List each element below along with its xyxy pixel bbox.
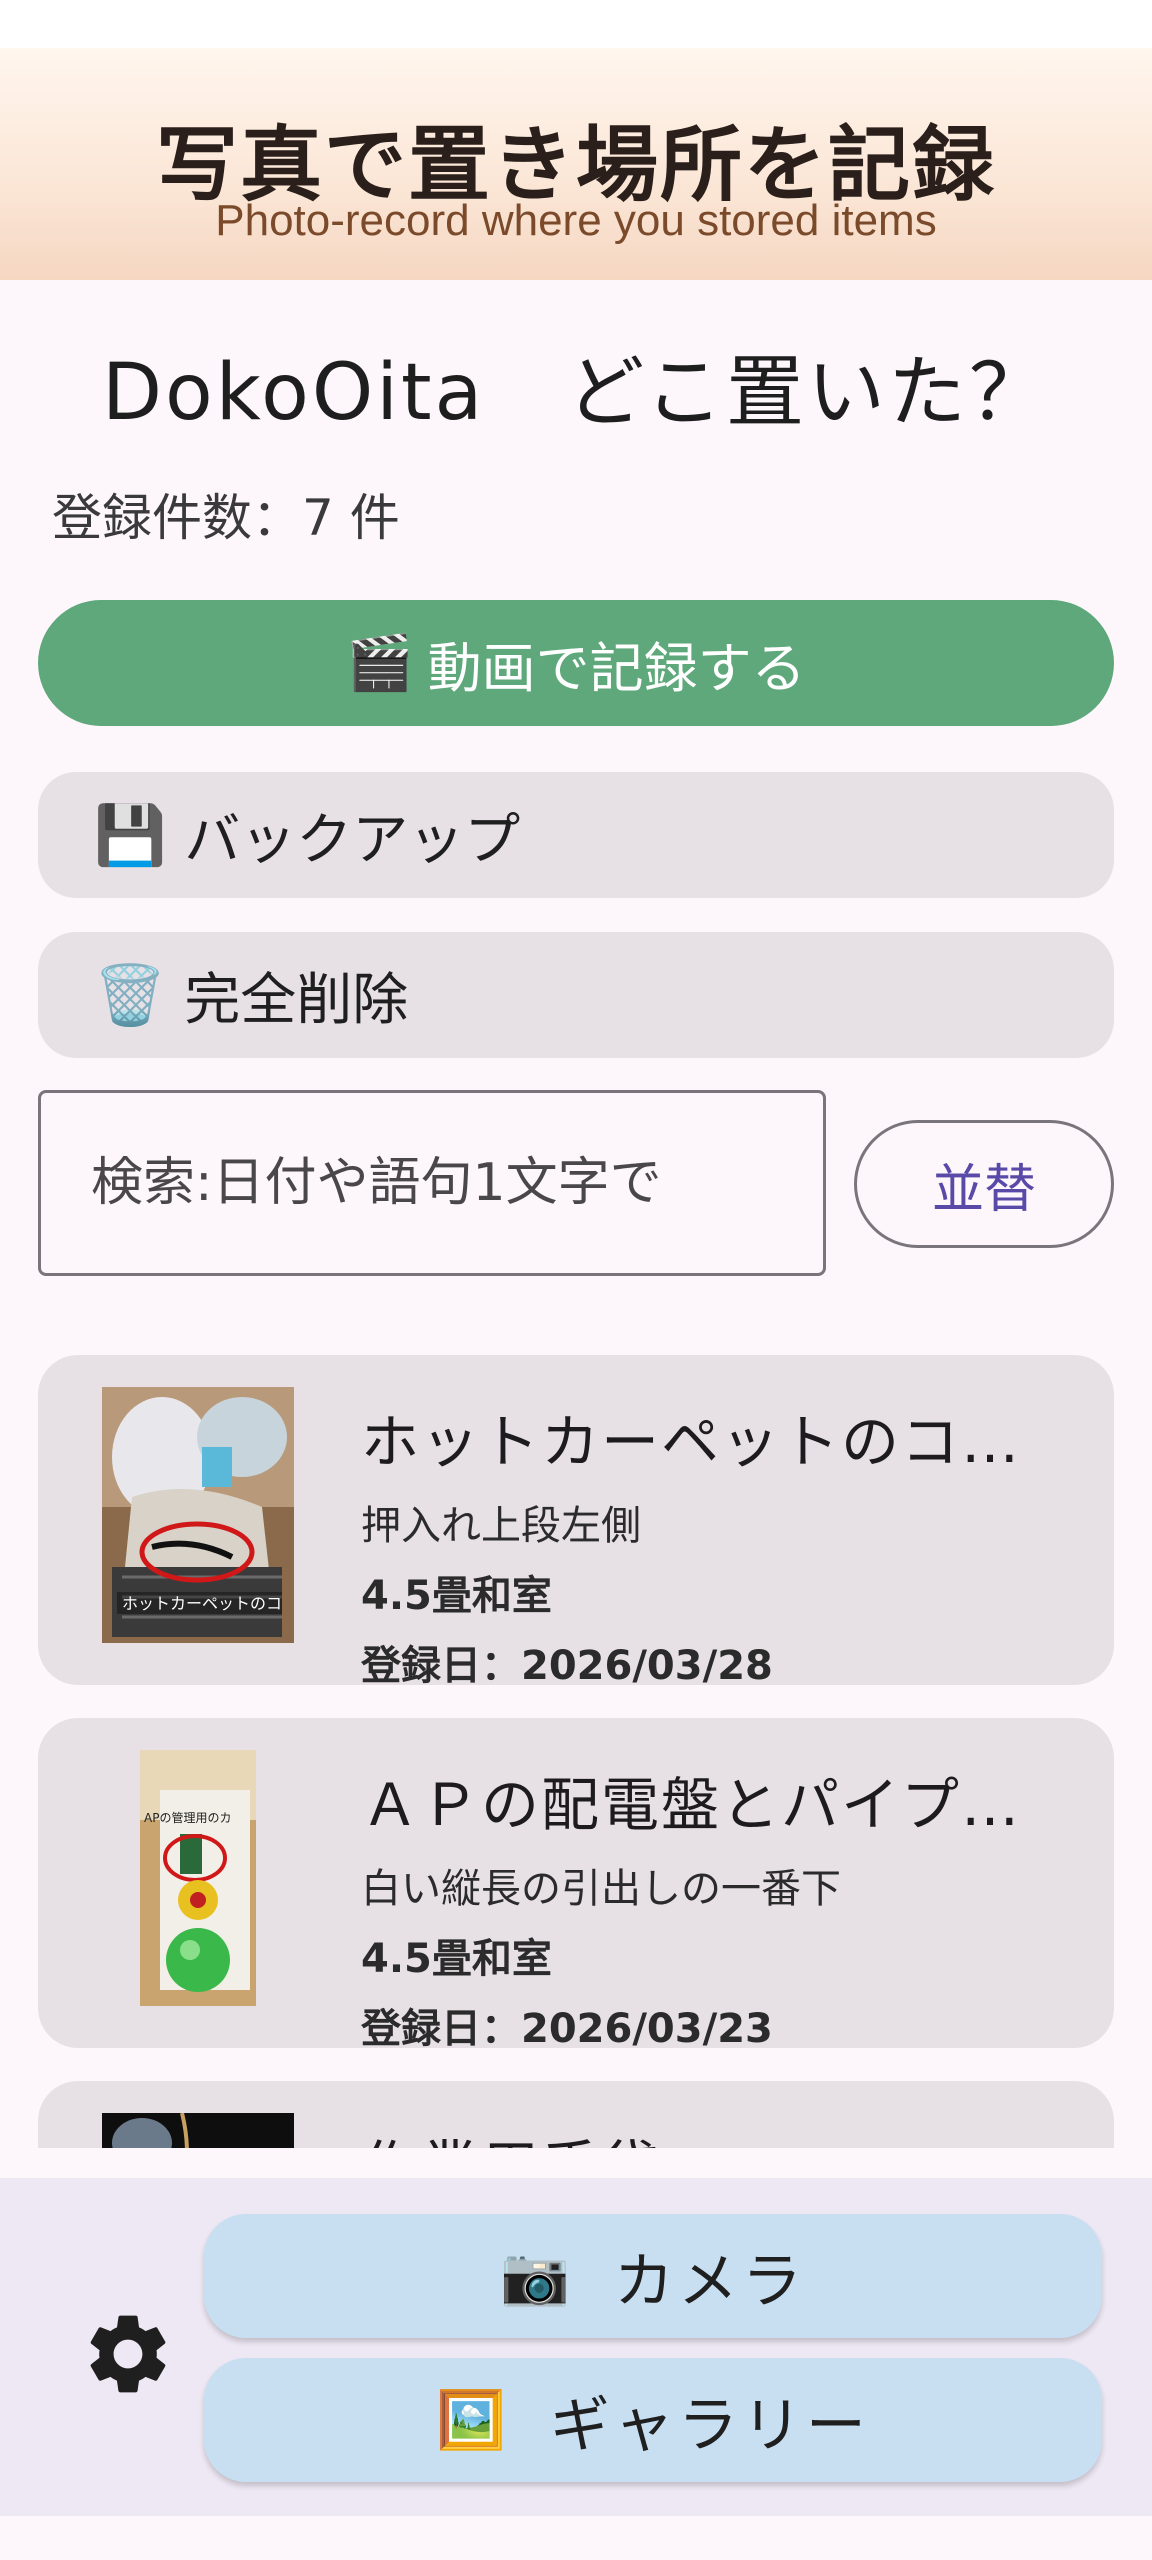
- record-video-button[interactable]: 🎬 動画で記録する: [38, 600, 1114, 726]
- delete-all-button[interactable]: 🗑️ 完全削除: [38, 932, 1114, 1058]
- gallery-label: ギャラリー: [549, 2390, 870, 2461]
- camera-label: カメラ: [613, 2246, 806, 2317]
- svg-text:ホットカーペットのコ: ホットカーペットのコ: [122, 1594, 282, 1613]
- item-details: 作業用手袋: [361, 2121, 1064, 2148]
- gear-icon[interactable]: [80, 2306, 176, 2402]
- item-room: 4.5畳和室: [361, 1573, 552, 1619]
- backup-button[interactable]: 💾 バックアップ: [38, 772, 1114, 898]
- delete-all-label: 完全削除: [184, 967, 409, 1033]
- list-item[interactable]: ホットカーペットのコ ホットカーペットのコード 押入れ上段左側 4.5畳和室 登…: [38, 1355, 1114, 1685]
- search-input[interactable]: [38, 1090, 826, 1276]
- sort-button[interactable]: 並替: [854, 1120, 1114, 1248]
- item-room: 4.5畳和室: [361, 1936, 552, 1982]
- record-video-label: 動画で記録する: [427, 636, 806, 700]
- item-location: 押入れ上段左側: [361, 1503, 641, 1549]
- item-details: ホットカーペットのコード 押入れ上段左側 4.5畳和室 登録日：2026/03/…: [361, 1395, 1064, 1685]
- clapperboard-icon: 🎬: [346, 631, 414, 694]
- item-date: 登録日：2026/03/23: [361, 2006, 773, 2048]
- picture-icon: 🖼️: [436, 2388, 510, 2453]
- record-count: 登録件数：7 件: [52, 489, 400, 547]
- backup-label: バックアップ: [184, 807, 521, 873]
- camera-button[interactable]: 📷 カメラ: [204, 2214, 1102, 2338]
- trash-icon: 🗑️: [94, 960, 167, 1029]
- floppy-disk-icon: 💾: [94, 800, 167, 869]
- header-banner: 写真で置き場所を記録 Photo-record where you stored…: [0, 48, 1152, 280]
- app-title: DokoOita どこ置いた？: [101, 348, 1050, 438]
- item-title: ホットカーペットのコード: [361, 1408, 1064, 1476]
- item-date: 登録日：2026/03/28: [361, 1643, 773, 1685]
- item-thumbnail: APの管理用のカ: [140, 1750, 256, 2006]
- list-item[interactable]: APの管理用のカ ＡＰの配電盤とパイプシャフト 白い縦長の引出しの一番下 4.5…: [38, 1718, 1114, 2048]
- list-item[interactable]: 作業用手袋: [38, 2081, 1114, 2148]
- item-location: 白い縦長の引出しの一番下: [361, 1866, 841, 1912]
- bottom-action-bar: 📷 カメラ 🖼️ ギャラリー: [0, 2178, 1152, 2516]
- banner-subtitle: Photo-record where you stored items: [215, 196, 937, 245]
- svg-text:APの管理用のカ: APの管理用のカ: [144, 1810, 231, 1825]
- item-title: 作業用手袋: [361, 2121, 1064, 2148]
- camera-icon: 📷: [500, 2244, 574, 2309]
- gallery-button[interactable]: 🖼️ ギャラリー: [204, 2358, 1102, 2482]
- item-list[interactable]: ホットカーペットのコ ホットカーペットのコード 押入れ上段左側 4.5畳和室 登…: [38, 1355, 1114, 2148]
- status-bar: [0, 0, 1152, 48]
- item-thumbnail: ホットカーペットのコ: [102, 1387, 294, 1643]
- sort-label: 並替: [931, 1159, 1036, 1220]
- system-nav-bar: [0, 2516, 1152, 2560]
- item-details: ＡＰの配電盤とパイプシャフト 白い縦長の引出しの一番下 4.5畳和室 登録日：2…: [361, 1758, 1064, 2048]
- item-title: ＡＰの配電盤とパイプシャフト: [361, 1771, 1064, 1839]
- item-thumbnail: [102, 2113, 294, 2148]
